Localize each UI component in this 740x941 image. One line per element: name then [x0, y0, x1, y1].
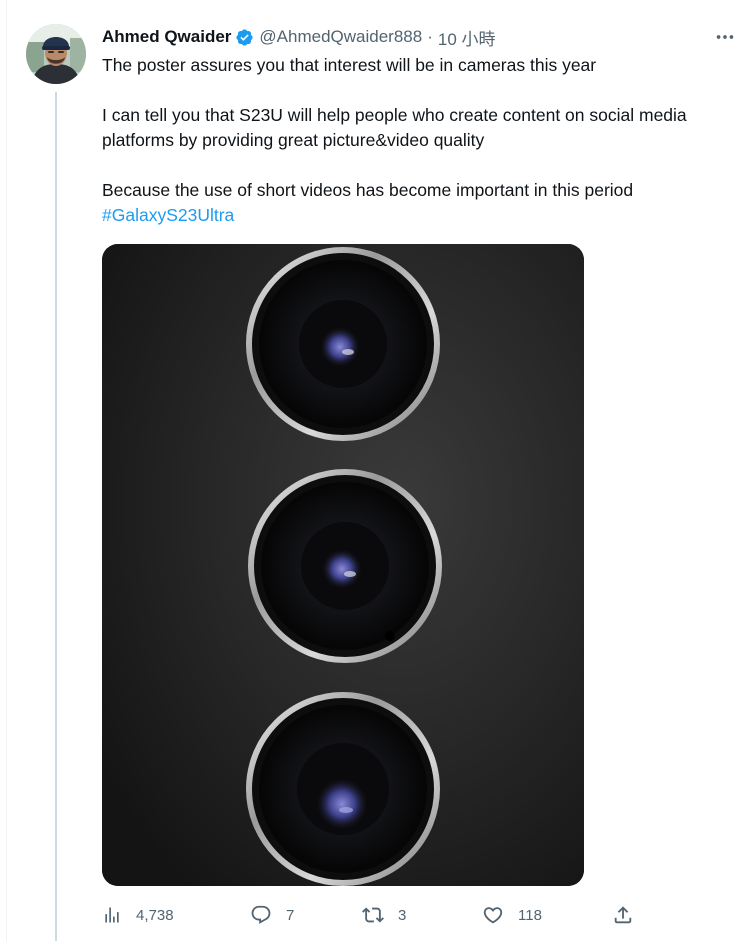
column-border	[6, 0, 7, 941]
camera-lens-bottom	[246, 692, 440, 886]
like-count: 118	[518, 906, 542, 924]
verified-badge-icon	[235, 28, 254, 47]
author-handle[interactable]: @AhmedQwaider888	[259, 27, 422, 47]
share-icon	[614, 906, 632, 924]
like-button[interactable]: 118	[482, 900, 542, 930]
tweet-text-line: platforms by providing great picture&vid…	[102, 130, 485, 150]
retweet-button[interactable]: 3	[362, 900, 406, 930]
analytics-icon	[105, 907, 119, 923]
heart-icon	[483, 907, 503, 924]
reply-button[interactable]: 7	[250, 900, 294, 930]
thread-connector-line	[55, 92, 57, 941]
tweet-text-line: Because the use of short videos has beco…	[102, 180, 634, 200]
header-separator: ·	[427, 27, 433, 46]
views-count: 4,738	[136, 906, 174, 924]
tweet-header: Ahmed Qwaider @AhmedQwaider888 · 10 小時	[102, 25, 496, 50]
reply-icon	[251, 905, 271, 924]
reply-count: 7	[286, 906, 295, 924]
retweet-icon	[362, 907, 384, 923]
tweet-action-bar: 4,738 7 3 118	[102, 900, 642, 930]
share-button[interactable]	[612, 900, 634, 930]
retweet-count: 3	[398, 906, 407, 924]
tweet-timestamp[interactable]: 10 小時	[438, 25, 496, 50]
more-horizontal-icon	[716, 35, 734, 39]
author-avatar[interactable]	[26, 24, 86, 84]
tweet-text-line: I can tell you that S23U will help peopl…	[102, 105, 687, 125]
camera-lens-middle	[248, 469, 442, 663]
hashtag-link[interactable]: #GalaxyS23Ultra	[102, 205, 234, 225]
more-options-button[interactable]	[712, 26, 738, 48]
tweet-text-line: The poster assures you that interest wil…	[102, 55, 597, 75]
camera-lens-top	[246, 247, 440, 441]
tweet-text: The poster assures you that interest wil…	[102, 53, 738, 228]
views-button[interactable]: 4,738	[102, 900, 174, 930]
author-display-name[interactable]: Ahmed Qwaider	[102, 27, 231, 47]
tweet-media-image[interactable]	[102, 244, 584, 886]
